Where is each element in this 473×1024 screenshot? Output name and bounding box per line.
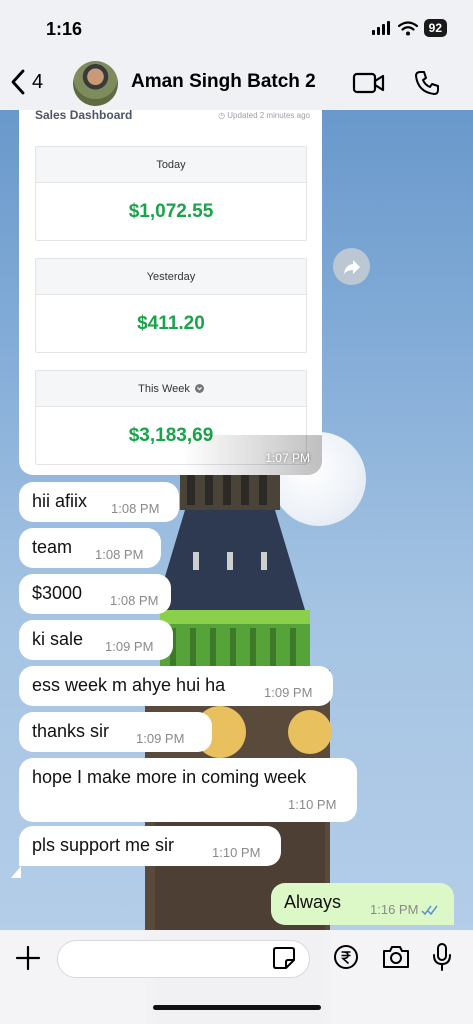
chat-title[interactable]: Aman Singh Batch 2 bbox=[131, 71, 316, 93]
forward-arrow-icon bbox=[343, 259, 360, 274]
dashboard-updated-text: Updated 2 minutes ago bbox=[227, 111, 310, 120]
wifi-icon bbox=[397, 20, 418, 35]
microphone-icon[interactable] bbox=[431, 942, 453, 972]
home-indicator bbox=[153, 1005, 321, 1010]
rupee-icon[interactable] bbox=[333, 944, 359, 970]
message-bubble-in[interactable]: ess week m ahye hui ha 1:09 PM bbox=[19, 666, 333, 706]
card-value: $1,072.55 bbox=[128, 200, 214, 222]
dashboard-title: Sales Dashboard bbox=[35, 110, 133, 122]
message-text: ki sale bbox=[32, 629, 84, 649]
forward-button[interactable] bbox=[333, 248, 370, 285]
card-label: Today bbox=[36, 147, 306, 183]
message-time: 1:09 PM bbox=[105, 639, 154, 654]
card-label: Yesterday bbox=[36, 259, 306, 295]
chevron-left-icon bbox=[11, 69, 25, 95]
chat-header: 4 Aman Singh Batch 2 bbox=[0, 56, 473, 110]
card-value: $411.20 bbox=[137, 312, 205, 334]
status-icons: 92 bbox=[371, 19, 447, 37]
message-time: 1:08 PM bbox=[111, 501, 160, 516]
signal-icon bbox=[371, 21, 390, 35]
phone-icon[interactable] bbox=[414, 70, 440, 96]
message-bubble-in[interactable]: hii afiix 1:08 PM bbox=[19, 482, 179, 522]
image-message[interactable]: Sales Dashboard ◷ Updated 2 minutes ago … bbox=[19, 110, 322, 475]
double-check-icon bbox=[421, 905, 438, 916]
chevron-down-circle-icon bbox=[194, 384, 204, 393]
message-text: hope I make more in coming week bbox=[32, 767, 307, 787]
battery-indicator: 92 bbox=[423, 19, 447, 37]
sales-card-yesterday: Yesterday $411.20 bbox=[35, 258, 307, 353]
card-label-row: This Week bbox=[36, 371, 306, 407]
camera-icon[interactable] bbox=[381, 944, 411, 970]
video-camera-icon[interactable] bbox=[352, 70, 386, 96]
back-button[interactable]: 4 bbox=[8, 68, 43, 96]
status-bar: 1:16 92 bbox=[0, 0, 473, 56]
unread-count: 4 bbox=[32, 70, 44, 93]
plus-icon[interactable] bbox=[15, 945, 41, 971]
message-time: 1:16 PM bbox=[370, 902, 419, 917]
message-bubble-in[interactable]: pls support me sir 1:10 PM bbox=[19, 826, 281, 866]
message-text: pls support me sir bbox=[32, 835, 175, 855]
message-text: Always bbox=[284, 892, 342, 912]
dashboard-updated: ◷ Updated 2 minutes ago bbox=[218, 111, 310, 120]
message-time: 1:08 PM bbox=[110, 593, 159, 608]
bubble-tail bbox=[11, 854, 21, 878]
message-bubble-in[interactable]: $3000 1:08 PM bbox=[19, 574, 171, 614]
message-text: $3000 bbox=[32, 583, 83, 603]
message-time: 1:10 PM bbox=[288, 797, 337, 812]
message-text: thanks sir bbox=[32, 721, 110, 741]
message-time: 1:07 PM bbox=[265, 451, 310, 465]
avatar[interactable] bbox=[73, 61, 118, 106]
message-time: 1:09 PM bbox=[136, 731, 185, 746]
message-bubble-in[interactable]: team 1:08 PM bbox=[19, 528, 161, 568]
message-text: hii afiix bbox=[32, 491, 88, 511]
message-bubble-out[interactable]: Always 1:16 PM bbox=[271, 883, 454, 925]
message-bubble-in[interactable]: hope I make more in coming week 1:10 PM bbox=[19, 758, 357, 822]
dashboard-header: Sales Dashboard ◷ Updated 2 minutes ago bbox=[35, 110, 310, 130]
sales-card-today: Today $1,072.55 bbox=[35, 146, 307, 241]
sticker-icon[interactable] bbox=[272, 946, 296, 970]
message-text: ess week m ahye hui ha bbox=[32, 675, 226, 695]
message-text: team bbox=[32, 537, 73, 557]
message-time: 1:10 PM bbox=[212, 845, 261, 860]
message-bubble-in[interactable]: ki sale 1:09 PM bbox=[19, 620, 173, 660]
message-time: 1:09 PM bbox=[264, 685, 313, 700]
message-bubble-in[interactable]: thanks sir 1:09 PM bbox=[19, 712, 212, 752]
status-time: 1:16 bbox=[46, 19, 83, 39]
card-label: This Week bbox=[138, 382, 190, 395]
message-time: 1:08 PM bbox=[95, 547, 144, 562]
